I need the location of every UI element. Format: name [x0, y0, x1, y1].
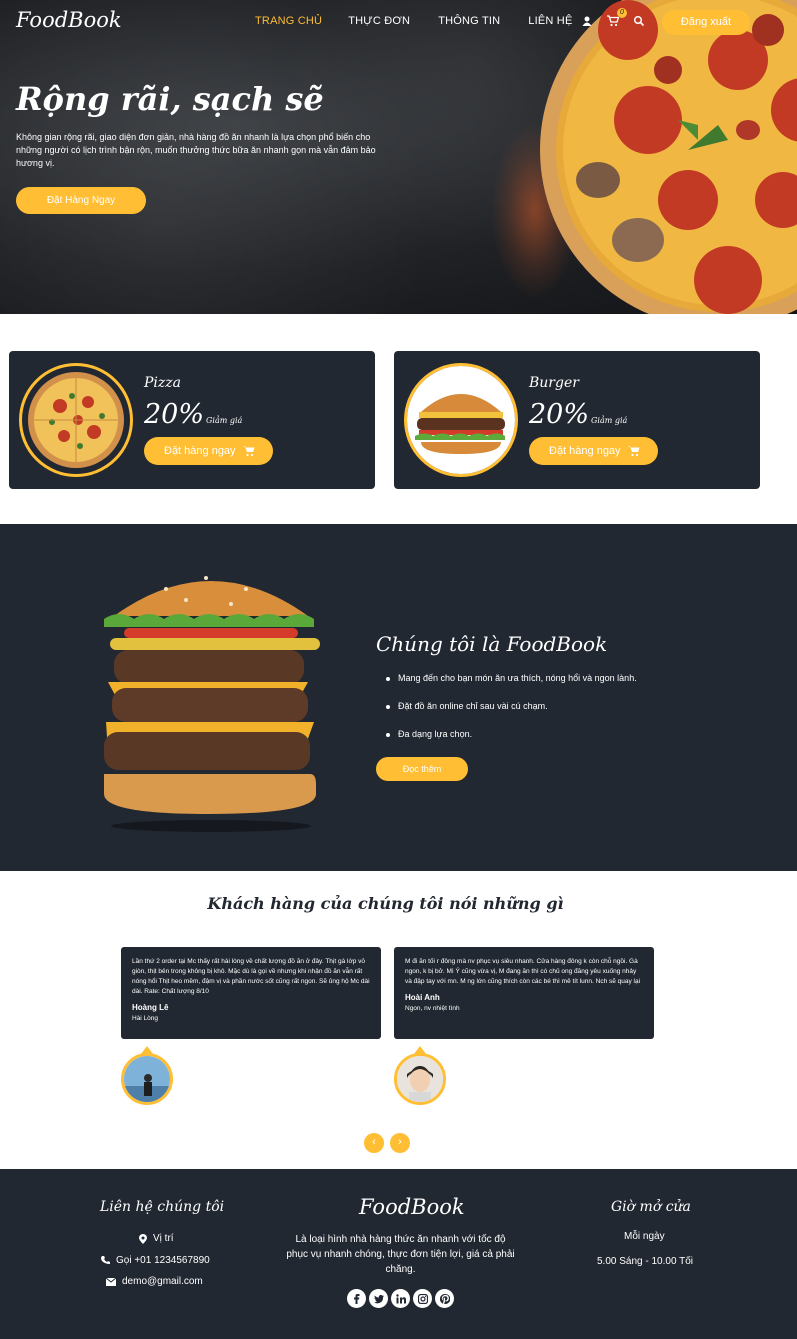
hours-title: Giờ mở cửa	[611, 1199, 691, 1215]
about-title: Chúng tôi là FoodBook	[376, 632, 608, 656]
nav-contact[interactable]: LIÊN HỆ	[528, 15, 572, 27]
about-points: Mang đến cho bạn món ăn ưa thích, nóng h…	[386, 674, 637, 758]
contact-title: Liên hệ chúng tôi	[100, 1199, 225, 1215]
user-icon[interactable]	[581, 14, 593, 26]
email-icon	[106, 1277, 116, 1286]
testimonials-title: Khách hàng của chúng tôi nói những gì	[207, 894, 564, 913]
site-logo[interactable]: FoodBook	[16, 8, 122, 32]
logout-button[interactable]: Đăng xuất	[662, 10, 750, 35]
cart-count-badge: 0	[617, 8, 627, 18]
offer-name: Pizza	[144, 375, 181, 391]
testimonial-text: Lần thứ 2 order tại Mc thấy rất hài lòng…	[132, 958, 370, 995]
about-section: Chúng tôi là FoodBook Mang đến cho bạn m…	[0, 524, 797, 871]
pizza-hero-image	[540, 0, 797, 314]
testimonial-card: M đi ăn tối r đông mà nv phục vụ siêu nh…	[394, 947, 654, 1039]
hero-title: Rộng rãi, sạch sẽ	[16, 80, 324, 118]
testimonial-text: M đi ăn tối r đông mà nv phục vụ siêu nh…	[405, 958, 641, 985]
offer-percent: 20% Giảm giá	[144, 399, 243, 430]
pinterest-icon[interactable]	[435, 1289, 454, 1308]
about-point: Đa dạng lựa chọn.	[386, 730, 637, 739]
nav-home[interactable]: TRANG CHỦ	[255, 15, 322, 27]
burger-image	[404, 363, 518, 477]
linkedin-icon[interactable]	[391, 1289, 410, 1308]
footer-logo[interactable]: FoodBook	[359, 1195, 465, 1219]
hours-days: Mỗi ngày	[624, 1231, 665, 1242]
offer-card-pizza: Pizza 20% Giảm giá Đặt hàng ngay	[9, 351, 375, 489]
discount-label: Giảm giá	[591, 416, 628, 425]
hours-time: 5.00 Sáng - 10.00 Tối	[597, 1256, 693, 1267]
prev-button[interactable]: ‹	[364, 1133, 384, 1153]
testimonial-role: Hài Lòng	[132, 1015, 159, 1022]
cart-icon	[628, 446, 640, 457]
about-point: Đặt đồ ăn online chỉ sau vài cú chạm.	[386, 702, 637, 711]
read-more-button[interactable]: Đọc thêm	[376, 757, 468, 781]
twitter-icon[interactable]	[369, 1289, 388, 1308]
next-button[interactable]: ›	[390, 1133, 410, 1153]
about-burger-image	[104, 576, 320, 832]
nav-about[interactable]: THÔNG TIN	[438, 15, 500, 27]
nav-icons: 0	[581, 8, 645, 27]
social-links	[347, 1289, 454, 1308]
testimonial-role: Ngon, nv nhiệt tình	[405, 1005, 460, 1012]
location-icon	[139, 1233, 147, 1244]
facebook-icon[interactable]	[347, 1289, 366, 1308]
cart-icon	[243, 446, 255, 457]
footer: Liên hệ chúng tôi Vị trí Gọi +01 1234567…	[0, 1169, 797, 1339]
offer-name: Burger	[529, 375, 579, 391]
avatar	[394, 1053, 446, 1105]
about-point: Mang đến cho bạn món ăn ưa thích, nóng h…	[386, 674, 637, 683]
offer-percent: 20% Giảm giá	[529, 399, 628, 430]
search-icon[interactable]	[633, 14, 645, 27]
footer-location[interactable]: Vị trí	[139, 1233, 174, 1244]
offer-order-button[interactable]: Đặt hàng ngay	[529, 437, 658, 465]
avatar	[121, 1053, 173, 1105]
phone-icon	[101, 1256, 110, 1264]
pizza-image	[19, 363, 133, 477]
offer-card-burger: Burger 20% Giảm giá Đặt hàng ngay	[394, 351, 760, 489]
cart-icon[interactable]: 0	[607, 8, 627, 27]
testimonial-card: Lần thứ 2 order tại Mc thấy rất hài lòng…	[121, 947, 381, 1039]
offer-order-button[interactable]: Đặt hàng ngay	[144, 437, 273, 465]
hero-section: FoodBook TRANG CHỦ THỰC ĐƠN THÔNG TIN LI…	[0, 0, 797, 314]
testimonial-name: Hoàng Lê	[132, 1003, 169, 1012]
footer-description: Là loại hình nhà hàng thức ăn nhanh với …	[286, 1234, 515, 1275]
main-nav: TRANG CHỦ THỰC ĐƠN THÔNG TIN LIÊN HỆ	[255, 15, 573, 27]
footer-email[interactable]: demo@gmail.com	[106, 1276, 203, 1287]
footer-phone[interactable]: Gọi +01 1234567890	[101, 1255, 210, 1266]
testimonial-name: Hoài Anh	[405, 993, 440, 1002]
hero-order-button[interactable]: Đặt Hàng Ngay	[16, 187, 146, 214]
discount-label: Giảm giá	[206, 416, 243, 425]
instagram-icon[interactable]	[413, 1289, 432, 1308]
hero-description: Không gian rộng rãi, giao diện đơn giản,…	[16, 132, 376, 168]
nav-menu[interactable]: THỰC ĐƠN	[348, 15, 410, 27]
